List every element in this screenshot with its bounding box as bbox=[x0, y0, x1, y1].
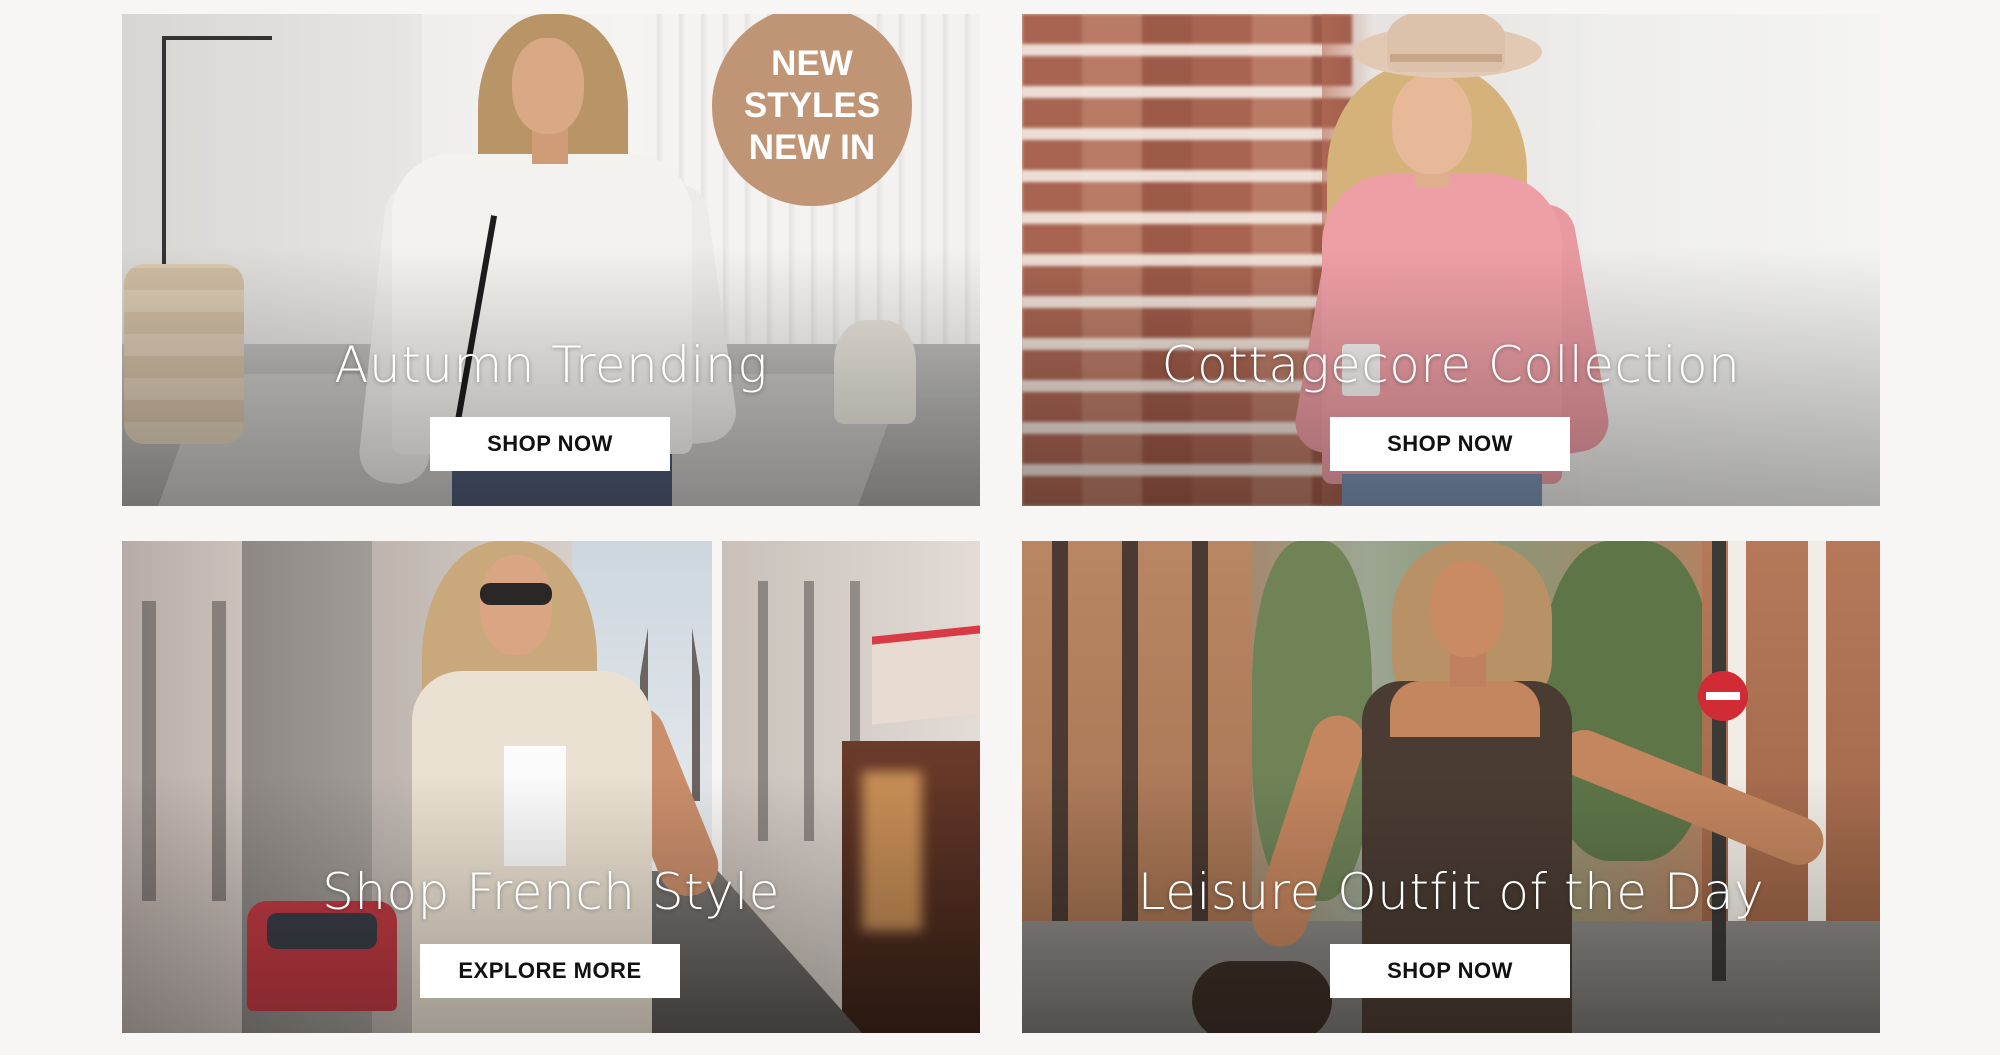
badge-line-2: STYLES bbox=[743, 86, 881, 125]
banner-title: Shop French Style bbox=[322, 863, 780, 921]
badge-line-3: NEW IN bbox=[748, 128, 876, 167]
explore-more-button[interactable]: EXPLORE MORE bbox=[420, 944, 680, 998]
banner-leisure-outfit-of-the-day[interactable]: Leisure Outfit of the Day SHOP NOW bbox=[1022, 541, 1880, 1033]
shop-now-button[interactable]: SHOP NOW bbox=[1330, 417, 1570, 471]
banner-title: Leisure Outfit of the Day bbox=[1137, 863, 1765, 921]
banner-shop-french-style[interactable]: Shop French Style EXPLORE MORE bbox=[122, 541, 980, 1033]
banner-title: Cottagecore Collection bbox=[1161, 336, 1741, 394]
shop-now-button[interactable]: SHOP NOW bbox=[430, 417, 670, 471]
new-styles-badge: NEW STYLES NEW IN bbox=[712, 14, 912, 206]
banner-cottagecore-collection[interactable]: Cottagecore Collection SHOP NOW bbox=[1022, 14, 1880, 506]
shop-now-button[interactable]: SHOP NOW bbox=[1330, 944, 1570, 998]
banner-title: Autumn Trending bbox=[334, 336, 768, 394]
banner-autumn-trending[interactable]: NEW STYLES NEW IN Autumn Trending SHOP N… bbox=[122, 14, 980, 506]
badge-line-1: NEW bbox=[771, 44, 853, 83]
